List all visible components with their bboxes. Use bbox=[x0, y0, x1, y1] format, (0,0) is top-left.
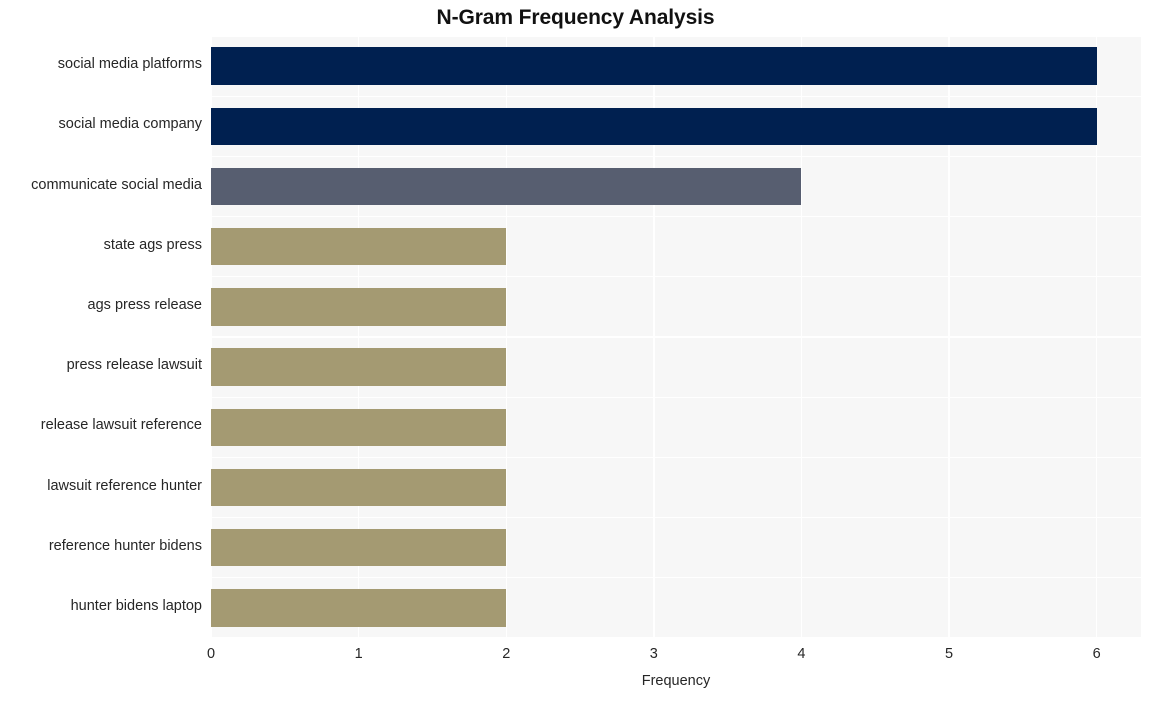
bar[interactable] bbox=[211, 288, 507, 326]
bar[interactable] bbox=[211, 529, 507, 567]
x-axis-title: Frequency bbox=[641, 673, 711, 689]
bar[interactable] bbox=[211, 468, 507, 507]
bar[interactable] bbox=[211, 167, 802, 206]
y-axis-tick-label: social media platforms bbox=[57, 56, 202, 73]
bar[interactable] bbox=[211, 408, 507, 446]
y-axis-tick-label: release lawsuit reference bbox=[40, 417, 202, 434]
gridline-horizontal-2 bbox=[211, 155, 1141, 158]
x-axis-tick-label: 2 bbox=[502, 646, 511, 662]
gridline-horizontal-3 bbox=[211, 215, 1141, 218]
gridline-horizontal-6 bbox=[211, 396, 1141, 398]
chart-figure: N-Gram Frequency Analysis social media p… bbox=[0, 0, 1151, 701]
bar[interactable] bbox=[211, 107, 1097, 145]
gridline-horizontal-4 bbox=[211, 276, 1141, 278]
y-axis-tick-label: lawsuit reference hunter bbox=[47, 477, 202, 494]
gridline-horizontal-0 bbox=[211, 36, 1141, 37]
gridline-horizontal-10 bbox=[211, 637, 1141, 638]
chart-title: N-Gram Frequency Analysis bbox=[436, 6, 715, 29]
gridline-horizontal-7 bbox=[211, 456, 1141, 459]
x-axis-tick-label: 5 bbox=[945, 646, 954, 662]
y-axis-tick-label: press release lawsuit bbox=[66, 357, 202, 374]
plot-area bbox=[211, 36, 1141, 638]
gridline-horizontal-5 bbox=[211, 336, 1141, 338]
bar[interactable] bbox=[211, 228, 507, 266]
x-axis-tick-label: 0 bbox=[206, 646, 216, 662]
bar[interactable] bbox=[211, 47, 1097, 85]
y-axis-tick-label: social media company bbox=[58, 116, 202, 133]
y-axis-tick-label: reference hunter bidens bbox=[48, 537, 202, 554]
x-axis-tick-label: 4 bbox=[797, 646, 806, 662]
gridline-horizontal-9 bbox=[211, 577, 1141, 579]
y-axis-tick-label: communicate social media bbox=[31, 176, 202, 193]
y-axis-tick-label: state ags press bbox=[103, 236, 202, 253]
x-axis-tick-label: 6 bbox=[1092, 646, 1101, 662]
x-axis-tick-label: 3 bbox=[649, 646, 658, 662]
y-axis-tick-label: ags press release bbox=[87, 296, 202, 313]
x-axis-tick-label: 1 bbox=[354, 646, 363, 662]
gridline-horizontal-8 bbox=[211, 516, 1141, 519]
gridline-horizontal-1 bbox=[211, 95, 1141, 97]
bar[interactable] bbox=[211, 348, 507, 386]
y-axis-tick-label: hunter bidens laptop bbox=[70, 597, 202, 614]
bar[interactable] bbox=[211, 589, 507, 627]
